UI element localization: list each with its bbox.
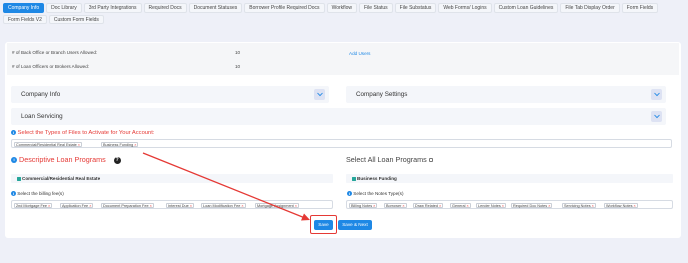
arrow-line xyxy=(142,152,306,219)
annotation-arrow xyxy=(142,152,310,221)
